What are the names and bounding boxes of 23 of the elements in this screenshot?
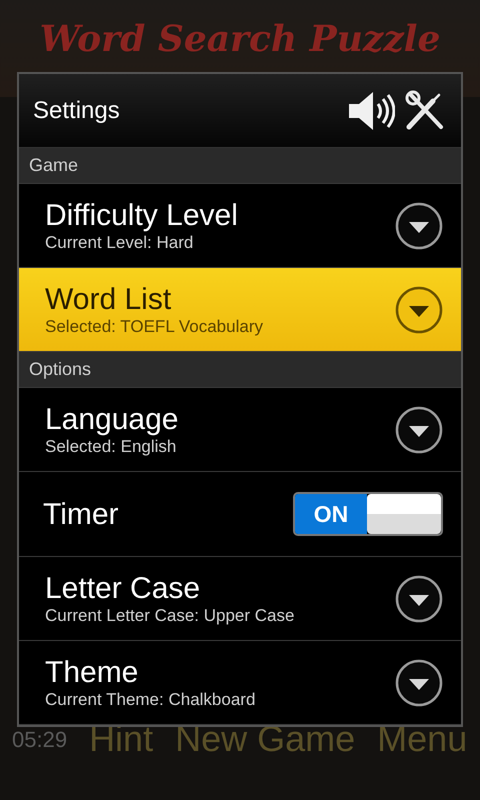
toggle-switch[interactable]: ON [293, 492, 443, 536]
row-title: Difficulty Level [45, 198, 238, 232]
row-title: Word List [45, 282, 172, 316]
row-title: Theme [45, 656, 140, 690]
dropdown-icon[interactable] [395, 286, 443, 334]
dropdown-icon[interactable] [395, 202, 443, 250]
row-title: Letter Case [45, 572, 202, 606]
app-title: Word Search Puzzle [40, 17, 440, 62]
timer-text: 05:29 [12, 726, 68, 754]
dropdown-icon[interactable] [395, 406, 443, 454]
section-header: Options [19, 352, 461, 388]
settings-row[interactable]: Word List Selected: TOEFL Vocabulary [19, 268, 461, 352]
dropdown-icon[interactable] [395, 658, 443, 706]
row-subtitle: Current Theme: Chalkboard [45, 690, 256, 710]
row-subtitle: Selected: TOEFL Vocabulary [45, 316, 263, 336]
row-subtitle: Current Level: Hard [45, 232, 194, 252]
row-subtitle: Current Letter Case: Upper Case [45, 606, 294, 626]
row-title: Language [45, 402, 178, 436]
section-header: Game [19, 148, 461, 184]
row-subtitle: Selected: English [45, 436, 178, 456]
dialog-title: Settings [33, 96, 120, 126]
row-title: Timer [43, 496, 119, 532]
dropdown-icon[interactable] [395, 574, 443, 622]
